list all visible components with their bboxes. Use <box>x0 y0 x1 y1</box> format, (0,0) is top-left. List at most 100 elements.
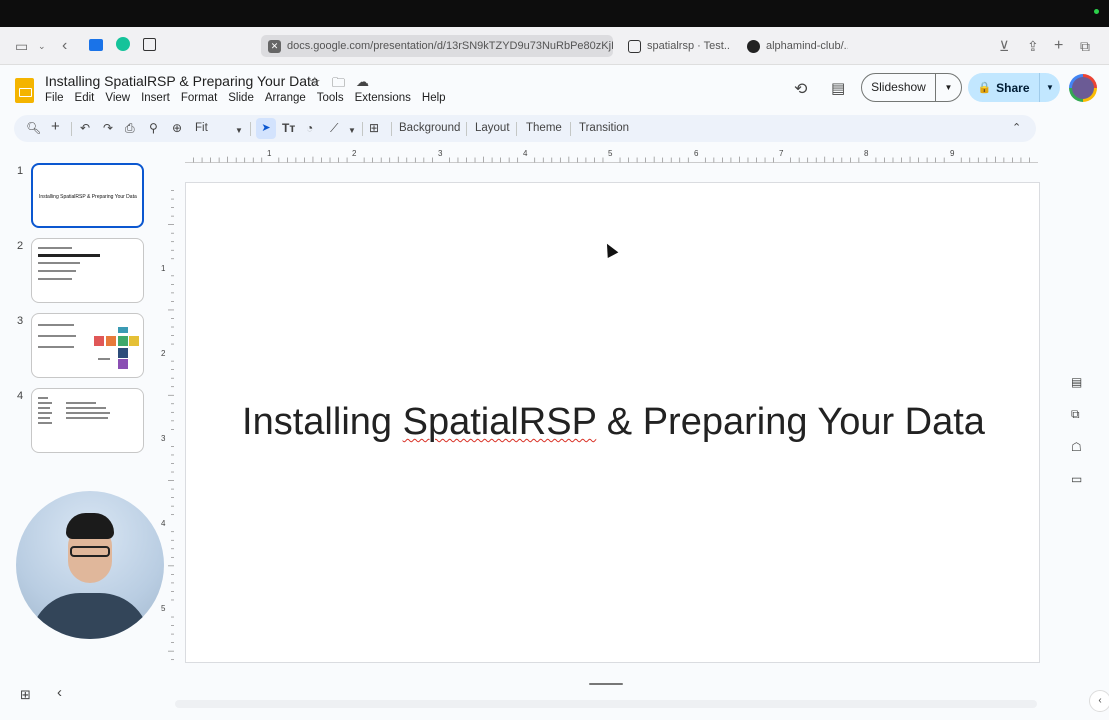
history-icon[interactable]: ⟲ <box>794 79 807 99</box>
star-icon[interactable]: ☆ <box>309 74 321 90</box>
text-box-icon[interactable]: Tт <box>282 120 295 137</box>
thumb-block <box>118 359 128 369</box>
chevron-down-icon[interactable]: ⌄ <box>38 37 46 55</box>
separator <box>71 122 72 136</box>
notion-icon[interactable] <box>143 37 156 55</box>
slide-thumbnail-1[interactable]: Installing SpatialRSP & Preparing Your D… <box>31 163 144 228</box>
separator <box>362 122 363 136</box>
share-main[interactable]: 🔒 Share <box>968 73 1040 102</box>
contacts-icon[interactable]: ☖ <box>1071 440 1082 454</box>
document-title[interactable]: Installing SpatialRSP & Preparing Your D… <box>45 73 319 89</box>
slideshow-button[interactable]: Slideshow ▼ <box>861 73 962 102</box>
grammarly-icon[interactable] <box>116 37 130 55</box>
comment-icon[interactable]: ▤ <box>831 79 845 97</box>
thumb-line <box>38 412 52 414</box>
thumb-line <box>38 422 52 424</box>
select-icon[interactable]: ➤ <box>256 118 276 139</box>
shape-icon[interactable]: ◔ <box>306 120 313 137</box>
thumb-block <box>118 336 128 346</box>
menu-bar: File Edit View Insert Format Slide Arran… <box>45 92 457 104</box>
new-tab-icon[interactable]: + <box>1054 37 1063 55</box>
slide-number: 2 <box>17 240 24 252</box>
horizontal-scrollbar[interactable] <box>175 700 1037 708</box>
editing-toolbar: 🔍︎ + ↶ ↷ ⎙ ⚲ ⊕ Fit ▼ ➤ Tт ◔ ⟋ ▼ ⊞ Backgr… <box>14 115 1036 142</box>
tab-google-slides[interactable]: ✕ docs.google.com/presentation/d/13rSN9k… <box>261 35 613 57</box>
background-button[interactable]: Background <box>399 120 460 137</box>
paint-format-icon[interactable]: ⚲ <box>149 120 158 137</box>
chevron-down-icon[interactable]: ▼ <box>235 122 243 139</box>
lock-icon: 🔒 <box>977 82 992 94</box>
share-sheet-icon[interactable]: ⇪ <box>1027 37 1039 55</box>
ruler-number: 9 <box>950 149 955 158</box>
menu-arrange[interactable]: Arrange <box>265 92 306 104</box>
redo-icon[interactable]: ↷ <box>103 120 113 137</box>
line-icon[interactable]: ⟋ <box>330 120 338 137</box>
menu-insert[interactable]: Insert <box>141 92 170 104</box>
ruler-number: 2 <box>161 349 166 358</box>
transition-button[interactable]: Transition <box>579 120 629 137</box>
collapse-toolbar-icon[interactable]: ⌃ <box>1012 120 1021 137</box>
extension-icon[interactable] <box>89 37 103 55</box>
zoom-select[interactable]: Fit <box>195 120 208 137</box>
slide-thumbnail-2[interactable] <box>31 238 144 303</box>
slideshow-label[interactable]: Slideshow <box>862 74 936 101</box>
chevron-down-icon[interactable]: ▼ <box>936 83 961 92</box>
menu-help[interactable]: Help <box>422 92 446 104</box>
layout-button[interactable]: Layout <box>475 120 510 137</box>
ruler-number: 3 <box>438 149 443 158</box>
grid-view-icon[interactable]: ⊞ <box>20 687 31 703</box>
slide-thumbnail-4[interactable] <box>31 388 144 453</box>
tab-overview-icon[interactable]: ⧉ <box>1080 37 1090 55</box>
thumb-line <box>38 397 48 399</box>
separator <box>391 122 392 136</box>
browser-toolbar: ▭ ⌄ ‹ ✕ docs.google.com/presentation/d/1… <box>0 27 1109 65</box>
cloud-saved-icon: ☁ <box>356 74 369 89</box>
slide-number: 4 <box>17 390 24 402</box>
search-icon[interactable]: 🔍︎ <box>26 120 41 137</box>
share-button[interactable]: 🔒 Share ▼ <box>968 73 1060 102</box>
menu-view[interactable]: View <box>105 92 130 104</box>
slide-thumbnail-3[interactable] <box>31 313 144 378</box>
ruler-number: 5 <box>608 149 613 158</box>
calendar-icon[interactable]: ▤ <box>1071 375 1082 389</box>
thumb-line <box>38 270 76 272</box>
slide-number: 1 <box>17 165 24 177</box>
theme-button[interactable]: Theme <box>526 120 562 137</box>
close-tab-icon[interactable]: ✕ <box>268 39 281 53</box>
folder-icon[interactable]: ▭ <box>1071 472 1082 486</box>
menu-tools[interactable]: Tools <box>317 92 344 104</box>
vertical-ruler-labels: 1 2 3 4 5 <box>160 182 174 662</box>
slides-logo-icon[interactable] <box>15 78 34 103</box>
download-icon[interactable]: ⊻ <box>999 37 1009 55</box>
thumb-highlight <box>38 254 100 257</box>
thumb-line <box>66 417 108 419</box>
slide-title[interactable]: Installing SpatialRSP & Preparing Your D… <box>186 401 1041 444</box>
new-slide-icon[interactable]: + <box>51 118 60 135</box>
menu-edit[interactable]: Edit <box>75 92 95 104</box>
undo-icon[interactable]: ↶ <box>80 120 90 137</box>
menu-extensions[interactable]: Extensions <box>355 92 411 104</box>
sidebar-icon[interactable]: ▭ <box>15 37 28 55</box>
slide-number: 3 <box>17 315 24 327</box>
print-icon[interactable]: ⎙ <box>125 120 135 137</box>
account-avatar[interactable] <box>1069 74 1097 102</box>
thumb-line <box>38 324 74 326</box>
speaker-notes-handle[interactable] <box>589 683 623 685</box>
separator <box>570 122 571 136</box>
zoom-icon[interactable]: ⊕ <box>172 120 182 137</box>
keep-icon[interactable]: ⧉ <box>1071 407 1080 422</box>
expand-side-panel-icon[interactable]: ‹ <box>1089 690 1109 712</box>
menu-format[interactable]: Format <box>181 92 217 104</box>
chevron-down-icon[interactable]: ▼ <box>1040 83 1060 92</box>
menu-file[interactable]: File <box>45 92 64 104</box>
chevron-down-icon[interactable]: ▼ <box>348 122 356 139</box>
thumb-block <box>129 336 139 346</box>
ruler-number: 6 <box>694 149 699 158</box>
tab-alphamind[interactable]: alphamind-club/... <box>740 35 848 57</box>
tab-spatialrsp[interactable]: spatialrsp · Test... <box>621 35 731 57</box>
back-icon[interactable]: ‹ <box>62 37 67 55</box>
separator <box>466 122 467 136</box>
collapse-filmstrip-icon[interactable]: ‹ <box>57 684 62 701</box>
menu-slide[interactable]: Slide <box>228 92 254 104</box>
comment-add-icon[interactable]: ⊞ <box>369 120 379 137</box>
